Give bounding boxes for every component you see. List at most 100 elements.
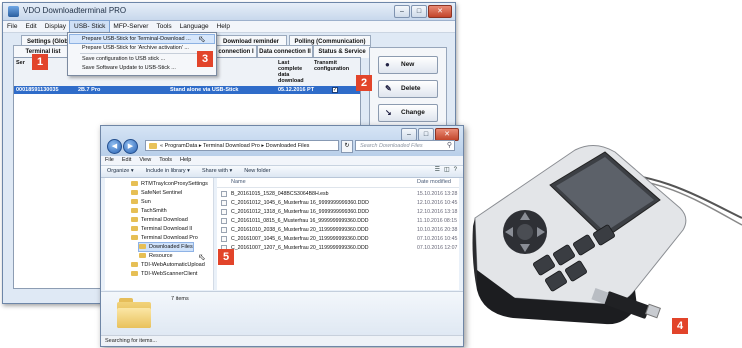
col-serial[interactable]: Ser <box>16 60 25 66</box>
share-with-button[interactable]: Share with ▾ <box>196 166 238 177</box>
organize-button[interactable]: Organize ▾ <box>101 166 140 177</box>
col-last-download[interactable]: Last complete data download <box>278 60 312 84</box>
tree-item[interactable]: Terminal Download Pro <box>131 234 198 242</box>
refresh-icon[interactable]: ↻ <box>341 140 353 153</box>
change-icon: ↘ <box>385 108 392 117</box>
folder-icon <box>131 262 138 268</box>
tree-item[interactable]: Terminal Download <box>131 216 188 224</box>
list-item[interactable]: C_20161012_1045_6_Musterfrau 16_99999999… <box>217 199 459 207</box>
menu-save-software-update[interactable]: Save Software Update to USB-Stick ... <box>70 64 214 72</box>
menu-mfp-server[interactable]: MFP-Server <box>109 21 152 32</box>
menu-tools[interactable]: Tools <box>155 156 176 165</box>
mouse-cursor-icon: ⬁ <box>198 252 206 262</box>
help-icon[interactable]: ? <box>454 166 457 175</box>
menu-file[interactable]: File <box>3 21 21 32</box>
explorer-window: – □ ✕ ◀ ▶ « ProgramData ▸ Terminal Downl… <box>100 125 464 347</box>
menu-prepare-archive-activation[interactable]: Prepare USB-Stick for 'Archive activatio… <box>70 44 214 52</box>
large-folder-icon <box>117 298 151 328</box>
folder-icon <box>131 217 138 223</box>
step-marker-1: 1 <box>32 54 48 70</box>
mouse-cursor-icon: ⬁ <box>198 34 206 44</box>
preview-pane-icon[interactable]: ◫ <box>444 166 450 175</box>
list-item[interactable]: C_20161010_2038_6_Musterfrau 20_11999999… <box>217 226 459 234</box>
menu-view[interactable]: View <box>135 156 155 165</box>
table-row[interactable]: 00018591130035 2B.7 Pro Stand alone via … <box>14 86 360 94</box>
folder-icon <box>131 226 138 232</box>
explorer-toolbar: Organize ▾ Include in library ▾ Share wi… <box>101 165 463 178</box>
window-title: VDO Downloadterminal PRO <box>23 6 127 15</box>
file-icon <box>221 209 227 215</box>
step-marker-4: 4 <box>672 318 688 334</box>
details-pane: 7 items <box>101 291 463 336</box>
step-marker-5: 5 <box>218 249 234 265</box>
menu-separator <box>80 53 212 54</box>
list-item[interactable]: C_20161007_1207_6_Musterfrau 20_11999999… <box>217 244 459 252</box>
file-icon <box>221 227 227 233</box>
tree-item[interactable]: TachSmith <box>131 207 167 215</box>
delete-button[interactable]: ✎ Delete <box>378 80 438 98</box>
list-item[interactable]: B_20161015_1528_048BCS3064B8H.esb 15.10.2… <box>217 190 459 198</box>
view-options-icon[interactable]: ☰ <box>435 166 440 175</box>
new-button[interactable]: ● New <box>378 56 438 74</box>
folder-icon <box>131 271 138 277</box>
list-item[interactable]: C_20161007_1045_6_Musterfrau 20_11999999… <box>217 235 459 243</box>
menu-file[interactable]: File <box>101 156 118 165</box>
status-bar: Searching for items... <box>101 335 463 345</box>
col-name[interactable]: Name <box>231 178 246 187</box>
folder-icon <box>131 181 138 187</box>
menu-language[interactable]: Language <box>176 21 213 32</box>
list-item[interactable]: C_20161012_1318_6_Musterfrau 16_99999999… <box>217 208 459 216</box>
menu-prepare-terminal-download[interactable]: Prepare USB-Stick for Terminal-Download … <box>69 34 215 44</box>
folder-icon <box>131 235 138 241</box>
back-icon[interactable]: ◀ <box>107 139 122 154</box>
change-button[interactable]: ↘ Change <box>378 104 438 122</box>
search-input[interactable]: Search Downloaded Files ⚲ <box>355 140 455 151</box>
menu-help[interactable]: Help <box>213 21 234 32</box>
list-item[interactable]: C_20161011_0815_6_Musterfrau 16_99999999… <box>217 217 459 225</box>
menu-tools[interactable]: Tools <box>152 21 175 32</box>
col-transmit-config[interactable]: Transmit configuration <box>314 60 358 72</box>
file-icon <box>221 200 227 206</box>
tree-item[interactable]: TDI-WebScannerClient <box>131 270 197 278</box>
tree-item-downloaded-files[interactable]: Downloaded Files <box>138 242 194 252</box>
menu-display[interactable]: Display <box>41 21 70 32</box>
step-marker-3: 3 <box>197 51 213 67</box>
transmit-checkbox[interactable]: ✓ <box>332 87 338 93</box>
tree-item[interactable]: RTMTrayIconProxySettings <box>131 180 208 188</box>
tree-item[interactable]: SafeNet Sentinel <box>131 189 182 197</box>
include-in-library-button[interactable]: Include in library ▾ <box>140 166 196 177</box>
menu-save-configuration[interactable]: Save configuration to USB stick ... <box>70 55 214 63</box>
maximize-button[interactable]: □ <box>411 5 427 18</box>
col-date-modified[interactable]: Date modified <box>417 178 451 187</box>
cell-version: 2B.7 Pro <box>78 87 101 93</box>
tree-item[interactable]: Resource <box>139 252 173 260</box>
folder-icon <box>131 190 138 196</box>
item-count: 7 items <box>171 296 189 302</box>
title-bar: VDO Downloadterminal PRO – □ ✕ <box>3 3 455 21</box>
folder-icon <box>131 208 138 214</box>
new-folder-button[interactable]: New folder <box>238 166 276 177</box>
cell-status: Stand alone via USB-Stick <box>170 87 239 93</box>
explorer-menu-bar: File Edit View Tools Help <box>101 156 463 165</box>
folder-icon <box>139 244 146 250</box>
file-icon <box>221 191 227 197</box>
tree-item[interactable]: TDI-WebAutomaticUpload <box>131 261 205 269</box>
navigation-pane: RTMTrayIconProxySettings SafeNet Sentine… <box>105 178 214 290</box>
tree-item[interactable]: Sun <box>131 198 151 206</box>
new-icon: ● <box>385 60 390 69</box>
file-list-header: Name Date modified <box>217 178 459 188</box>
folder-icon <box>131 199 138 205</box>
usb-stick-menu: Prepare USB-Stick for Terminal-Download … <box>67 32 217 76</box>
minimize-button[interactable]: – <box>394 5 410 18</box>
menu-edit[interactable]: Edit <box>21 21 40 32</box>
address-bar[interactable]: « ProgramData ▸ Terminal Download Pro ▸ … <box>145 140 339 151</box>
tree-item[interactable]: Terminal Download II <box>131 225 192 233</box>
action-panel: ● New ✎ Delete ↘ Change <box>369 47 447 131</box>
menu-help[interactable]: Help <box>176 156 195 165</box>
folder-icon <box>139 253 146 259</box>
menu-usb-stick[interactable]: USB- Stick <box>68 20 111 33</box>
forward-icon[interactable]: ▶ <box>123 139 138 154</box>
menu-edit[interactable]: Edit <box>118 156 135 165</box>
close-button[interactable]: ✕ <box>428 5 452 18</box>
app-icon <box>8 6 19 17</box>
